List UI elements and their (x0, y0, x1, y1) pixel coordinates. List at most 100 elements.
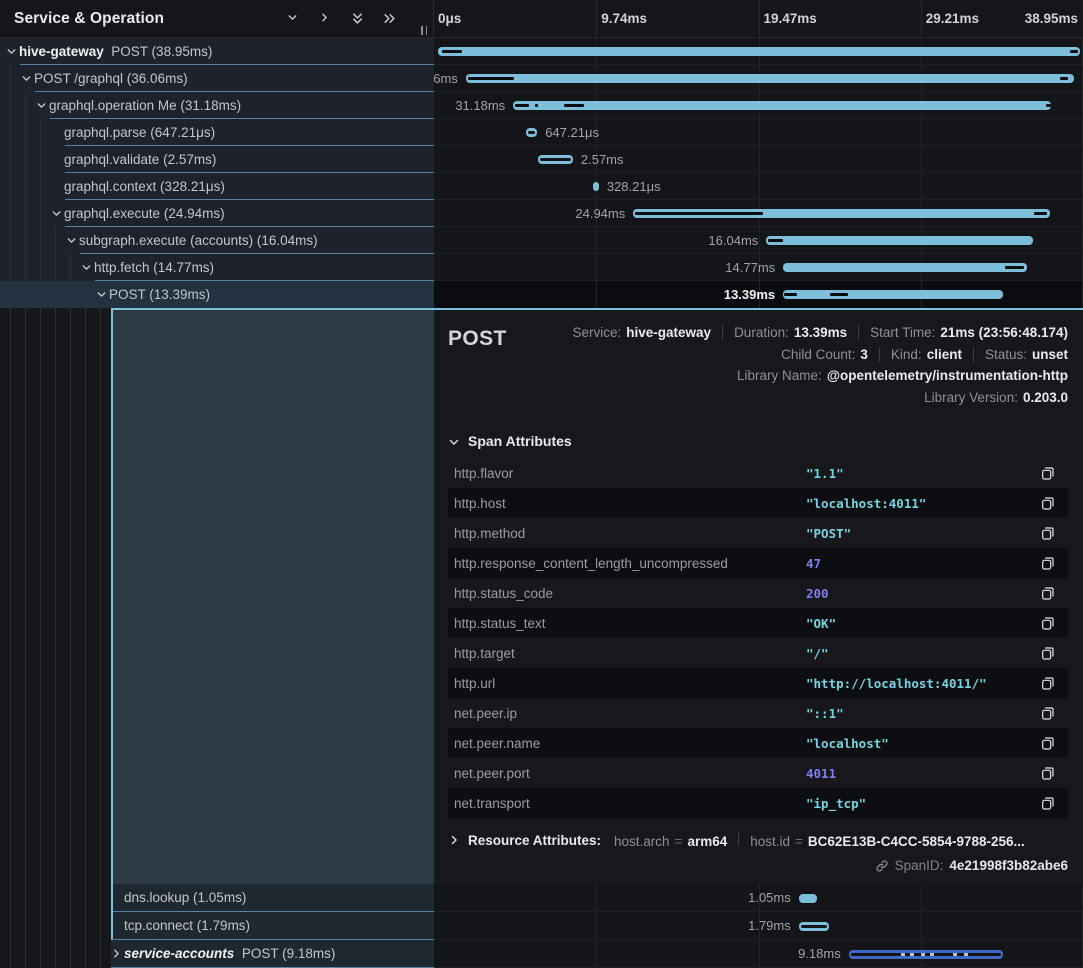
span-waterfall-cell[interactable]: 9.18ms (434, 940, 1083, 968)
span-row[interactable]: POST (13.39ms)13.39ms (0, 281, 1083, 308)
span-duration-bar[interactable] (466, 74, 1074, 83)
attribute-key: http.url (454, 676, 806, 691)
attribute-value: "/" (806, 646, 1040, 661)
span-row[interactable]: graphql.validate (2.57ms)2.57ms (0, 146, 1083, 173)
span-name-cell[interactable]: subgraph.execute (accounts) (16.04ms) (0, 227, 434, 254)
copy-icon[interactable] (1040, 495, 1056, 511)
span-row[interactable]: subgraph.execute (accounts) (16.04ms) 16.… (0, 227, 1083, 254)
indent-guide (10, 254, 11, 281)
span-duration-bar[interactable] (799, 922, 829, 931)
link-icon[interactable] (875, 859, 889, 873)
copy-icon[interactable] (1040, 555, 1056, 571)
span-waterfall-cell[interactable]: 1.05ms (434, 884, 1083, 912)
span-duration-bar[interactable] (766, 236, 1033, 245)
copy-icon[interactable] (1040, 465, 1056, 481)
span-row[interactable]: graphql.operation Me (31.18ms)31.18ms (0, 92, 1083, 119)
span-duration-bar[interactable] (783, 263, 1027, 272)
indent-guide (70, 884, 71, 912)
span-name-cell[interactable]: graphql.parse (647.21μs) (0, 119, 434, 146)
span-waterfall-cell[interactable]: 36.06ms (434, 65, 1083, 92)
span-name-cell[interactable]: dns.lookup (1.05ms) (0, 884, 434, 912)
chevron-down-icon[interactable] (50, 207, 63, 220)
span-waterfall-cell[interactable]: 16.04ms (434, 227, 1083, 254)
attribute-value: 47 (806, 556, 1040, 571)
meta-label: Duration: (734, 322, 789, 344)
copy-icon[interactable] (1040, 615, 1056, 631)
span-waterfall-cell[interactable]: 328.21μs (434, 173, 1083, 200)
chevron-down-icon[interactable] (65, 234, 78, 247)
span-name-cell[interactable]: POST (13.39ms) (0, 281, 434, 308)
span-duration-bar[interactable] (526, 128, 537, 137)
span-waterfall-cell[interactable]: 2.57ms (434, 146, 1083, 173)
span-name-cell[interactable]: tcp.connect (1.79ms) (0, 912, 434, 940)
column-resize-handle[interactable] (421, 26, 427, 35)
span-row[interactable]: graphql.execute (24.94ms)24.94ms (0, 200, 1083, 227)
span-duration-bar[interactable] (538, 155, 573, 164)
span-duration-bar[interactable] (849, 950, 1003, 959)
span-duration-bar[interactable] (438, 47, 1080, 56)
span-name-cell[interactable]: http.fetch (14.77ms) (0, 254, 434, 281)
span-duration-label: 1.05ms (748, 884, 799, 912)
chevron-down-icon[interactable] (5, 45, 18, 58)
span-attributes-section-header[interactable]: Span Attributes (448, 433, 1068, 449)
expand-one-icon[interactable] (318, 11, 333, 26)
indent-guide (85, 940, 86, 968)
expand-all-icon[interactable] (382, 11, 397, 26)
span-name-cell[interactable]: graphql.operation Me (31.18ms) (0, 92, 434, 119)
indent-guide (40, 173, 41, 200)
attribute-value: "::1" (806, 706, 1040, 721)
span-waterfall-cell[interactable]: 24.94ms (434, 200, 1083, 227)
span-name-cell[interactable]: graphql.execute (24.94ms) (0, 200, 434, 227)
span-waterfall-cell[interactable]: 31.18ms (434, 92, 1083, 119)
chevron-down-icon[interactable] (80, 261, 93, 274)
chevron-down-icon[interactable] (20, 72, 33, 85)
copy-icon[interactable] (1040, 765, 1056, 781)
span-label: graphql.parse (647.21μs) (64, 119, 215, 146)
span-row[interactable]: hive-gateway POST (38.95ms)38.95ms (0, 38, 1083, 65)
span-row[interactable]: tcp.connect (1.79ms)1.79ms (0, 912, 1083, 940)
service-operation-header: Service & Operation (0, 0, 434, 37)
service-name: service-accounts (124, 946, 234, 961)
copy-icon[interactable] (1040, 675, 1056, 691)
ruler-tick-label: 38.95ms (1025, 0, 1078, 38)
copy-icon[interactable] (1040, 525, 1056, 541)
span-row[interactable]: graphql.context (328.21μs)328.21μs (0, 173, 1083, 200)
attribute-row: net.peer.port4011 (448, 758, 1068, 788)
bar-tick-dot (953, 953, 957, 956)
span-duration-bar[interactable] (783, 290, 1003, 299)
span-waterfall-cell[interactable]: 14.77ms (434, 254, 1083, 281)
span-row[interactable]: service-accounts POST (9.18ms) 9.18ms (0, 940, 1083, 968)
span-name-cell[interactable]: service-accounts POST (9.18ms) (0, 940, 434, 968)
copy-icon[interactable] (1040, 795, 1056, 811)
span-name-cell[interactable]: hive-gateway POST (38.95ms) (0, 38, 434, 65)
copy-icon[interactable] (1040, 585, 1056, 601)
span-waterfall-cell[interactable]: 647.21μs (434, 119, 1083, 146)
span-name-cell[interactable]: POST /graphql (36.06ms) (0, 65, 434, 92)
span-row[interactable]: POST /graphql (36.06ms)36.06ms (0, 65, 1083, 92)
span-duration-label: 16.04ms (708, 227, 766, 254)
attribute-value: "POST" (806, 526, 1040, 541)
span-row[interactable]: dns.lookup (1.05ms) 1.05ms (0, 884, 1083, 912)
span-duration-bar[interactable] (513, 101, 1051, 110)
chevron-down-icon[interactable] (35, 99, 48, 112)
resource-attributes-row[interactable]: Resource Attributes: host.arch=arm64host… (448, 831, 1068, 849)
span-waterfall-cell[interactable]: 13.39ms (434, 281, 1083, 308)
chevron-right-icon[interactable] (110, 947, 123, 960)
attribute-value: "localhost:4011" (806, 496, 1040, 511)
span-waterfall-cell[interactable]: 1.79ms (434, 912, 1083, 940)
copy-icon[interactable] (1040, 735, 1056, 751)
span-duration-label: 9.18ms (798, 940, 849, 968)
span-name-cell[interactable]: graphql.validate (2.57ms) (0, 146, 434, 173)
span-row[interactable]: graphql.parse (647.21μs) 647.21μs (0, 119, 1083, 146)
attribute-value: "ip_tcp" (806, 796, 1040, 811)
span-name-cell[interactable]: graphql.context (328.21μs) (0, 173, 434, 200)
collapse-one-icon[interactable] (286, 11, 301, 26)
resource-attribute: host.arch=arm64 (614, 834, 727, 849)
chevron-down-icon[interactable] (95, 288, 108, 301)
span-waterfall-cell[interactable]: 38.95ms (434, 38, 1083, 65)
span-duration-bar[interactable] (799, 894, 817, 903)
span-row[interactable]: http.fetch (14.77ms)14.77ms (0, 254, 1083, 281)
copy-icon[interactable] (1040, 645, 1056, 661)
collapse-all-icon[interactable] (350, 11, 365, 26)
copy-icon[interactable] (1040, 705, 1056, 721)
